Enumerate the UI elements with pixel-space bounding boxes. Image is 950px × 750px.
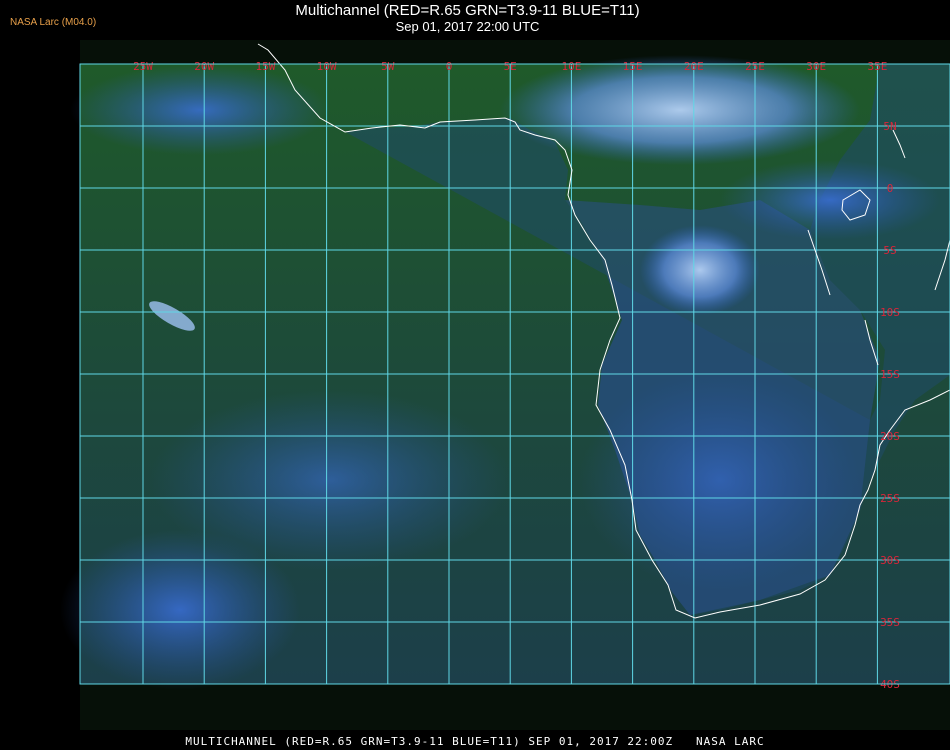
longitude-label: 10W	[317, 60, 337, 73]
satellite-map: 25W 20W 15W 10W 5W 0 5E 10E 15E 20E 25E 30E 35E 5N 0 5S…	[60, 40, 950, 730]
cloud-east-africa	[720, 160, 940, 240]
latitude-label: 0	[887, 182, 894, 195]
longitude-label: 5E	[504, 60, 517, 73]
longitude-label: 25W	[133, 60, 153, 73]
latitude-label: 35S	[880, 616, 900, 629]
longitude-label: 5W	[381, 60, 395, 73]
latitude-label: 5N	[883, 120, 896, 133]
cloud-central-africa	[640, 225, 760, 315]
latitude-label: 20S	[880, 430, 900, 443]
cloud-north-west	[70, 65, 330, 155]
latitude-label: 10S	[880, 306, 900, 319]
longitude-label: 30E	[806, 60, 826, 73]
longitude-label: 20W	[194, 60, 214, 73]
latitude-label: 5S	[883, 244, 896, 257]
longitude-label: 15W	[255, 60, 275, 73]
longitude-label: 10E	[561, 60, 581, 73]
latitude-label: 15S	[880, 368, 900, 381]
longitude-label: 15E	[623, 60, 643, 73]
longitude-label: 0	[446, 60, 453, 73]
latitude-label: 25S	[880, 492, 900, 505]
latitude-label: 30S	[880, 554, 900, 567]
longitude-label: 35E	[867, 60, 887, 73]
cloud-south-africa	[580, 370, 860, 590]
footer-caption: MULTICHANNEL (RED=R.65 GRN=T3.9-11 BLUE=…	[185, 735, 765, 748]
longitude-label: 20E	[684, 60, 704, 73]
longitude-label: 25E	[745, 60, 765, 73]
